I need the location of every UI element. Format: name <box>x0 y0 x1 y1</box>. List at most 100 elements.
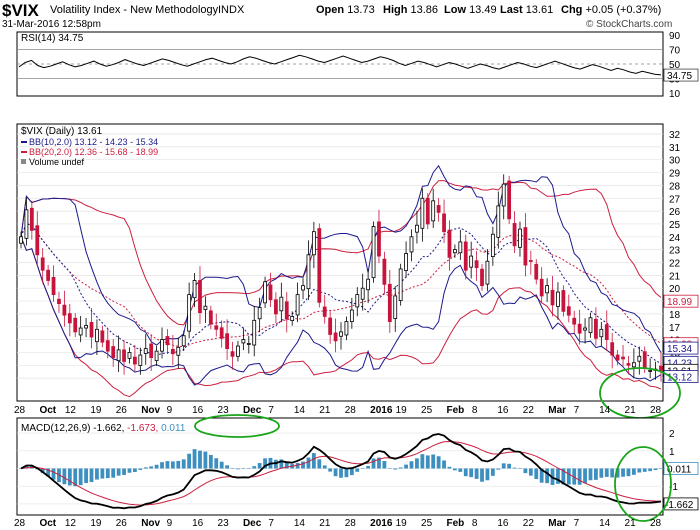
rsi-tick: 70 <box>669 46 681 57</box>
candle-body <box>165 336 170 346</box>
macd-hist-bar <box>236 468 240 470</box>
candle-body <box>409 236 414 253</box>
macd-hist-bar <box>393 468 398 470</box>
x-tick: 23 <box>218 405 230 416</box>
candle-body <box>290 316 295 321</box>
macd-panel: 210-1-2MACD(12,26,9) -1.662, -1.673, 0.0… <box>16 414 699 522</box>
x-tick: 8 <box>472 518 478 529</box>
macd-hist-bar <box>415 458 419 469</box>
macd-hist-bar <box>187 453 192 469</box>
macd-hist-bar <box>181 459 186 469</box>
x-tick: 28 <box>345 405 357 416</box>
macd-hist-bar <box>480 468 484 482</box>
macd-hist-bar <box>621 468 625 477</box>
x-tick: 28 <box>650 518 662 529</box>
candle-body <box>415 224 419 233</box>
macd-hist-bar <box>425 455 430 469</box>
candle-body <box>84 325 88 329</box>
price-y-tick: 21 <box>669 271 681 282</box>
macd-hist-bar <box>610 468 615 478</box>
rsi-tick: 10 <box>669 89 681 100</box>
macd-hist-bar <box>409 461 414 469</box>
macd-hist-bar <box>344 468 349 478</box>
candle-body <box>469 255 474 268</box>
candle-body <box>604 324 609 341</box>
legend-bb10: BB(10,2.0) 13.12 - 14.23 - 15.34 <box>29 137 158 147</box>
candle-body <box>143 348 148 354</box>
macd-hist-bar <box>398 467 403 469</box>
macd-hist-bar <box>105 468 110 479</box>
price-y-tick: 27 <box>669 194 681 205</box>
candle-body <box>594 318 598 339</box>
macd-tick: 1 <box>669 447 675 458</box>
price-y-tick: 22 <box>669 259 681 270</box>
price-y-tick: 18 <box>669 310 681 321</box>
macd-hist-bar <box>176 460 181 469</box>
candle-body <box>127 352 132 359</box>
macd-value-1: -1.662, <box>93 423 127 434</box>
candle-body <box>35 225 40 256</box>
x-tick: 21 <box>319 405 331 416</box>
macd-hist-bar <box>339 468 343 478</box>
candle-body <box>577 323 582 334</box>
macd-hist-bar <box>78 468 83 486</box>
candle-body <box>512 223 517 247</box>
macd-hist-bar <box>599 468 604 478</box>
candle-body <box>100 330 105 343</box>
x-tick: 19 <box>396 405 408 416</box>
candle-body <box>507 180 512 220</box>
macd-hist-bar <box>501 463 506 469</box>
candle-body <box>57 298 61 305</box>
x-tick: 19 <box>90 518 102 529</box>
macd-hist-bar <box>442 460 446 469</box>
macd-last-tag: -1.662 <box>665 500 694 511</box>
candle-body <box>371 226 376 279</box>
price-tag: 18.99 <box>667 297 692 308</box>
legend-volume-swatch <box>21 159 26 164</box>
candle-body <box>349 309 354 323</box>
candle-body <box>550 289 555 306</box>
macd-hist-bar <box>317 459 322 469</box>
macd-hist-bar <box>333 468 338 477</box>
macd-hist-bar <box>127 468 132 473</box>
candle-body <box>523 227 528 266</box>
candle-body <box>447 229 452 258</box>
macd-hist-bar <box>160 462 164 469</box>
candle-body <box>648 370 653 372</box>
price-y-tick: 20 <box>669 284 681 295</box>
macd-hist-bar <box>583 468 587 484</box>
macd-hist-bar <box>594 468 598 480</box>
macd-hist-bar <box>382 461 387 469</box>
candle-body <box>154 350 159 362</box>
x-tick: Oct <box>39 405 56 416</box>
candle-body <box>246 343 251 345</box>
candle-body <box>67 313 72 324</box>
macd-hist-bar <box>89 468 94 483</box>
macd-hist-bar <box>214 458 219 469</box>
x-tick: 21 <box>625 518 637 529</box>
macd-label-prefix: MACD(12,26,9) <box>21 423 93 434</box>
candle-body <box>453 249 457 254</box>
x-tick: 28 <box>650 405 662 416</box>
macd-hist-bar <box>192 449 197 469</box>
candle-body <box>51 277 56 296</box>
candle-body <box>122 349 126 362</box>
candle-body <box>252 319 257 346</box>
x-tick: 7 <box>268 405 274 416</box>
x-tick: Dec <box>243 518 262 529</box>
macd-hist-bar <box>626 468 631 477</box>
macd-hist-bar <box>230 468 235 469</box>
macd-hist-bar <box>208 454 213 469</box>
x-tick: 9 <box>167 405 173 416</box>
macd-hist-bar <box>637 468 642 473</box>
candle-body <box>225 333 229 349</box>
x-tick: 14 <box>294 405 306 416</box>
price-y-tick: 24 <box>669 233 681 244</box>
x-tick: 12 <box>65 518 77 529</box>
price-y-tick: 31 <box>669 143 681 154</box>
x-tick: 7 <box>268 518 274 529</box>
x-tick: 28 <box>14 518 26 529</box>
rsi-panel: 9070503010RSI(14) 34.7534.75 <box>16 31 699 100</box>
macd-hist-bar <box>469 468 474 478</box>
candle-body <box>236 345 240 357</box>
